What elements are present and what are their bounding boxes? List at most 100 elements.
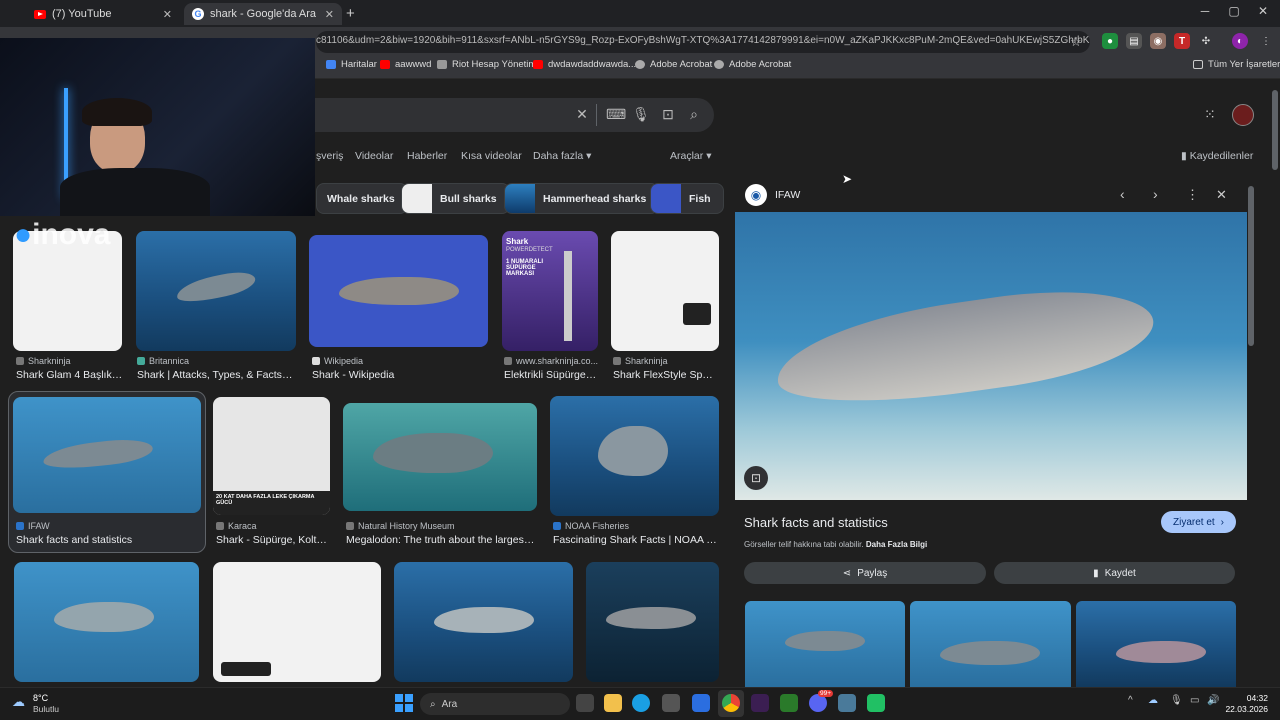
bookmark-item[interactable]: Adobe Acrobat — [635, 59, 712, 70]
extension-icon[interactable]: ▤ — [1126, 33, 1142, 49]
result-image[interactable] — [13, 397, 201, 513]
preview-image[interactable] — [735, 212, 1247, 500]
close-tab-icon[interactable]: ✕ — [163, 8, 172, 21]
close-window-button[interactable]: ✕ — [1248, 4, 1278, 18]
more-info-link[interactable]: Daha Fazla Bilgi — [866, 540, 927, 549]
monkey-extension-icon[interactable]: ◉ — [1150, 33, 1166, 49]
bookmark-item[interactable]: Adobe Acrobat — [714, 59, 791, 70]
tools-button[interactable]: Araçlar ▾ — [670, 150, 711, 162]
visit-button[interactable]: Ziyaret et › — [1161, 511, 1236, 533]
star-icon[interactable]: ☆ — [1070, 34, 1082, 50]
result-title[interactable]: Shark - Wikipedia — [312, 369, 488, 381]
clock-date[interactable]: 22.03.2026 — [1224, 704, 1268, 714]
weather-icon[interactable]: ☁ — [12, 694, 25, 710]
tab-news[interactable]: Haberler — [407, 150, 447, 162]
result-title[interactable]: Shark | Attacks, Types, & Facts | ... — [137, 369, 295, 381]
bookmark-item[interactable]: aawwwd — [380, 59, 431, 70]
lens-icon[interactable]: ⊡ — [659, 106, 677, 123]
close-preview-icon[interactable]: ✕ — [1216, 187, 1227, 203]
result-title[interactable]: Megalodon: The truth about the largest s… — [346, 534, 536, 546]
app-icon[interactable] — [838, 694, 856, 712]
chip-whale-sharks[interactable]: Whale sharks — [316, 183, 408, 214]
premiere-icon[interactable] — [751, 694, 769, 712]
shield-extension-icon[interactable]: ● — [1102, 33, 1118, 49]
result-title[interactable]: Shark FlexStyle Spar... — [613, 369, 717, 381]
chip-hammerhead-sharks[interactable]: Hammerhead sharks — [504, 183, 660, 214]
clear-search-icon[interactable]: ✕ — [573, 106, 591, 123]
page-scrollbar[interactable] — [1272, 90, 1278, 170]
search-icon[interactable]: ⌕ — [685, 106, 703, 123]
new-tab-button[interactable]: + — [346, 5, 355, 22]
search-box[interactable] — [300, 98, 714, 132]
address-bar[interactable]: c81106&udm=2&biw=1920&bih=911&sxsrf=ANbL… — [316, 31, 1090, 53]
microphone-icon[interactable]: 🎙 — [1170, 695, 1183, 706]
minimize-button[interactable]: ─ — [1190, 4, 1220, 18]
all-bookmarks[interactable]: Tüm Yer İşaretleri — [1193, 59, 1280, 70]
close-tab-icon[interactable]: ✕ — [325, 8, 334, 21]
chip-fish[interactable]: Fish — [650, 183, 724, 214]
result-image[interactable] — [136, 231, 296, 351]
chevron-up-icon[interactable]: ^ — [1128, 695, 1133, 706]
tab-short-videos[interactable]: Kısa videolar — [461, 150, 522, 162]
result-image[interactable]: Shark POWERDETECT 1 NUMARALI SÜPÜRGE MAR… — [502, 231, 598, 351]
result-title[interactable]: Fascinating Shark Facts | NOAA Fis... — [553, 534, 717, 546]
edge-icon[interactable] — [632, 694, 650, 712]
result-image[interactable] — [586, 562, 719, 682]
result-image[interactable] — [213, 562, 381, 682]
task-view-icon[interactable] — [576, 694, 594, 712]
chip-bull-sharks[interactable]: Bull sharks — [401, 183, 510, 214]
tab-shopping[interactable]: şveriş — [316, 150, 343, 162]
weather-desc[interactable]: Bulutlu — [33, 704, 59, 714]
store-icon[interactable] — [662, 694, 680, 712]
result-title[interactable]: Shark facts and statistics — [16, 534, 196, 546]
tp-extension-icon[interactable]: T — [1174, 33, 1190, 49]
result-title[interactable]: Shark - Süpürge, Koltu... — [216, 534, 328, 546]
taskbar-search[interactable]: ⌕ Ara — [420, 693, 570, 715]
app-icon[interactable] — [867, 694, 885, 712]
menu-icon[interactable]: ⋮ — [1258, 33, 1274, 49]
tab-videos[interactable]: Videolar — [355, 150, 393, 162]
microphone-icon[interactable]: 🎙 — [632, 106, 650, 123]
bookmark-item[interactable]: Riot Hesap Yönetimi — [437, 59, 538, 70]
related-image[interactable] — [910, 601, 1071, 687]
result-image[interactable] — [611, 231, 719, 351]
result-image[interactable] — [343, 403, 537, 511]
bookmark-item[interactable]: dwdawdaddwawda... — [533, 59, 636, 70]
mail-icon[interactable] — [692, 694, 710, 712]
account-avatar[interactable] — [1232, 104, 1254, 126]
maximize-button[interactable]: ▢ — [1219, 4, 1249, 18]
cloud-icon[interactable]: ☁ — [1148, 695, 1158, 706]
chrome-icon[interactable] — [722, 694, 740, 712]
result-image[interactable] — [394, 562, 573, 682]
related-image[interactable] — [1076, 601, 1236, 687]
tab-google[interactable]: G shark - Google'da Ara ✕ — [184, 3, 342, 25]
saved-button[interactable]: ▮ Kaydedilenler — [1181, 150, 1253, 162]
related-image[interactable] — [745, 601, 905, 687]
more-options-icon[interactable]: ⋮ — [1186, 187, 1199, 203]
save-button[interactable]: ▮ Kaydet — [994, 562, 1235, 584]
preview-title[interactable]: Shark facts and statistics — [744, 515, 888, 530]
notepad-icon[interactable] — [780, 694, 798, 712]
file-explorer-icon[interactable] — [604, 694, 622, 712]
profile-avatar[interactable]: ◐ — [1232, 33, 1248, 49]
result-title[interactable]: Elektrikli Süpürge, ... — [504, 369, 598, 381]
puzzle-icon[interactable]: ✣ — [1198, 33, 1214, 49]
display-icon[interactable]: ▭ — [1190, 695, 1199, 706]
apps-grid-icon[interactable]: ⁙ — [1204, 106, 1216, 123]
next-icon[interactable]: › — [1153, 186, 1158, 202]
lens-search-icon[interactable]: ⊡ — [744, 466, 768, 490]
previous-icon[interactable]: ‹ — [1120, 186, 1125, 202]
weather-temp[interactable]: 8°C — [33, 693, 48, 703]
volume-icon[interactable]: 🔊 — [1207, 695, 1219, 706]
result-title[interactable]: Shark Glam 4 Başlıklı... — [16, 369, 124, 381]
keyboard-icon[interactable]: ⌨ — [606, 106, 626, 123]
preview-source[interactable]: IFAW — [775, 189, 800, 201]
share-button[interactable]: ⋖ Paylaş — [744, 562, 986, 584]
preview-scrollbar[interactable] — [1248, 186, 1254, 346]
result-image[interactable] — [309, 235, 488, 347]
clock-time[interactable]: 04:32 — [1232, 693, 1268, 703]
windows-start-icon[interactable] — [395, 694, 413, 712]
bookmark-item[interactable]: Haritalar — [326, 59, 377, 70]
result-image[interactable]: 20 KAT DAHA FAZLA LEKE ÇIKARMA GÜCÜ — [213, 397, 330, 515]
result-image[interactable] — [550, 396, 719, 516]
